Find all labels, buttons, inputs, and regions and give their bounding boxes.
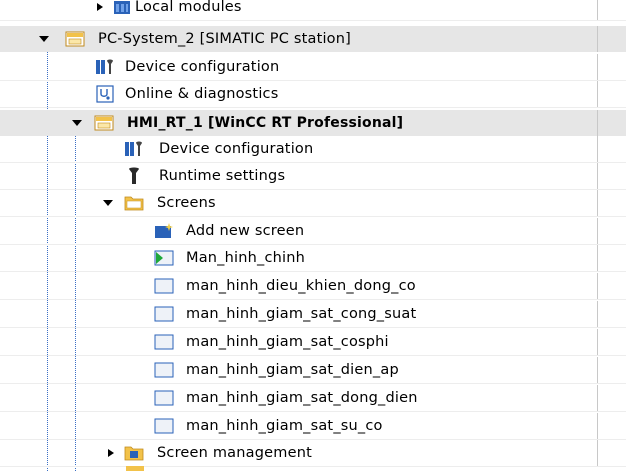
tree-item-label: man_hinh_giam_sat_dien_ap — [186, 362, 399, 378]
tree-item-label: Screen management — [157, 445, 312, 461]
column-separator — [597, 136, 598, 162]
column-separator — [597, 218, 598, 244]
tree-item-screen[interactable]: Man_hinh_chinh — [0, 245, 626, 272]
folder-icon — [124, 444, 144, 462]
tree-item-screens[interactable]: Screens — [0, 190, 626, 217]
tree-item-screen[interactable]: man_hinh_giam_sat_cong_suat — [0, 301, 626, 328]
tree-item-label: Screens — [157, 195, 216, 211]
tree-item-label: man_hinh_giam_sat_cosphi — [186, 334, 389, 350]
tree-item-label: PC-System_2 [SIMATIC PC station] — [98, 31, 351, 47]
tree-item-label: man_hinh_dieu_khien_dong_co — [186, 278, 416, 294]
project-tree: Local modules PC-System_2 [SIMATIC PC st… — [0, 0, 626, 471]
column-separator — [597, 0, 598, 20]
column-separator — [597, 54, 598, 80]
tree-item-hmi-rt[interactable]: HMI_RT_1 [WinCC RT Professional] — [0, 110, 626, 136]
column-separator — [597, 357, 598, 383]
screen-icon — [154, 389, 174, 407]
add-screen-icon — [154, 222, 174, 240]
online-diagnostics-icon — [95, 85, 115, 103]
start-screen-icon — [154, 249, 174, 267]
tree-item-pc-system[interactable]: PC-System_2 [SIMATIC PC station] — [0, 26, 626, 52]
column-separator — [597, 81, 598, 107]
column-separator — [597, 245, 598, 271]
tree-item-label: Device configuration — [159, 141, 314, 157]
tree-item-runtime-settings[interactable]: Runtime settings — [0, 163, 626, 190]
tree-item-screen[interactable]: man_hinh_giam_sat_su_co — [0, 413, 626, 440]
tree-item-label: man_hinh_giam_sat_dong_dien — [186, 390, 418, 406]
column-separator — [597, 301, 598, 327]
column-separator — [597, 163, 598, 189]
tree-item-label: man_hinh_giam_sat_cong_suat — [186, 306, 417, 322]
collapse-arrow-icon[interactable] — [39, 34, 49, 44]
tree-item-label: HMI_RT_1 [WinCC RT Professional] — [127, 115, 404, 131]
screen-icon — [154, 333, 174, 351]
tree-item-screen[interactable]: man_hinh_giam_sat_cosphi — [0, 329, 626, 356]
tree-item-screen-management[interactable]: Screen management — [0, 440, 626, 467]
tree-item-screen[interactable]: man_hinh_giam_sat_dong_dien — [0, 385, 626, 412]
screen-icon — [154, 305, 174, 323]
expand-arrow-icon[interactable] — [95, 2, 105, 12]
column-separator — [597, 329, 598, 355]
tree-item-label: Device configuration — [125, 59, 280, 75]
device-configuration-icon — [124, 140, 144, 158]
folder-icon — [124, 194, 144, 212]
tree-item-local-modules[interactable]: Local modules — [0, 0, 626, 21]
tree-item-label: Man_hinh_chinh — [186, 250, 306, 266]
column-separator — [597, 440, 598, 466]
tree-item-label: Online & diagnostics — [125, 86, 279, 102]
tree-item-label: Runtime settings — [159, 168, 286, 184]
screen-icon — [154, 417, 174, 435]
expand-arrow-icon[interactable] — [106, 448, 116, 458]
tree-item-screen[interactable]: man_hinh_giam_sat_dien_ap — [0, 357, 626, 384]
tree-item-label: man_hinh_giam_sat_su_co — [186, 418, 383, 434]
tree-item-label: Local modules — [135, 0, 242, 15]
runtime-settings-icon — [124, 167, 144, 185]
column-separator — [597, 26, 598, 52]
screen-icon — [154, 361, 174, 379]
tree-item-screen[interactable]: man_hinh_dieu_khien_dong_co — [0, 273, 626, 300]
screen-icon — [154, 277, 174, 295]
tree-item-hmi-device-configuration[interactable]: Device configuration — [0, 136, 626, 163]
column-separator — [597, 273, 598, 299]
collapse-arrow-icon[interactable] — [72, 118, 82, 128]
device-configuration-icon — [95, 58, 115, 76]
column-separator — [597, 110, 598, 136]
tree-item-pc-device-configuration[interactable]: Device configuration — [0, 54, 626, 81]
tree-item-online-diagnostics[interactable]: Online & diagnostics — [0, 81, 626, 108]
column-separator — [597, 385, 598, 411]
hmi-station-icon — [94, 114, 114, 132]
tree-item-add-new-screen[interactable]: Add new screen — [0, 218, 626, 245]
local-modules-icon — [112, 0, 132, 16]
column-separator — [597, 413, 598, 439]
pc-station-icon — [65, 30, 85, 48]
folder-icon — [126, 466, 144, 471]
collapse-arrow-icon[interactable] — [103, 198, 113, 208]
column-separator — [597, 190, 598, 216]
tree-item-label: Add new screen — [186, 223, 305, 239]
